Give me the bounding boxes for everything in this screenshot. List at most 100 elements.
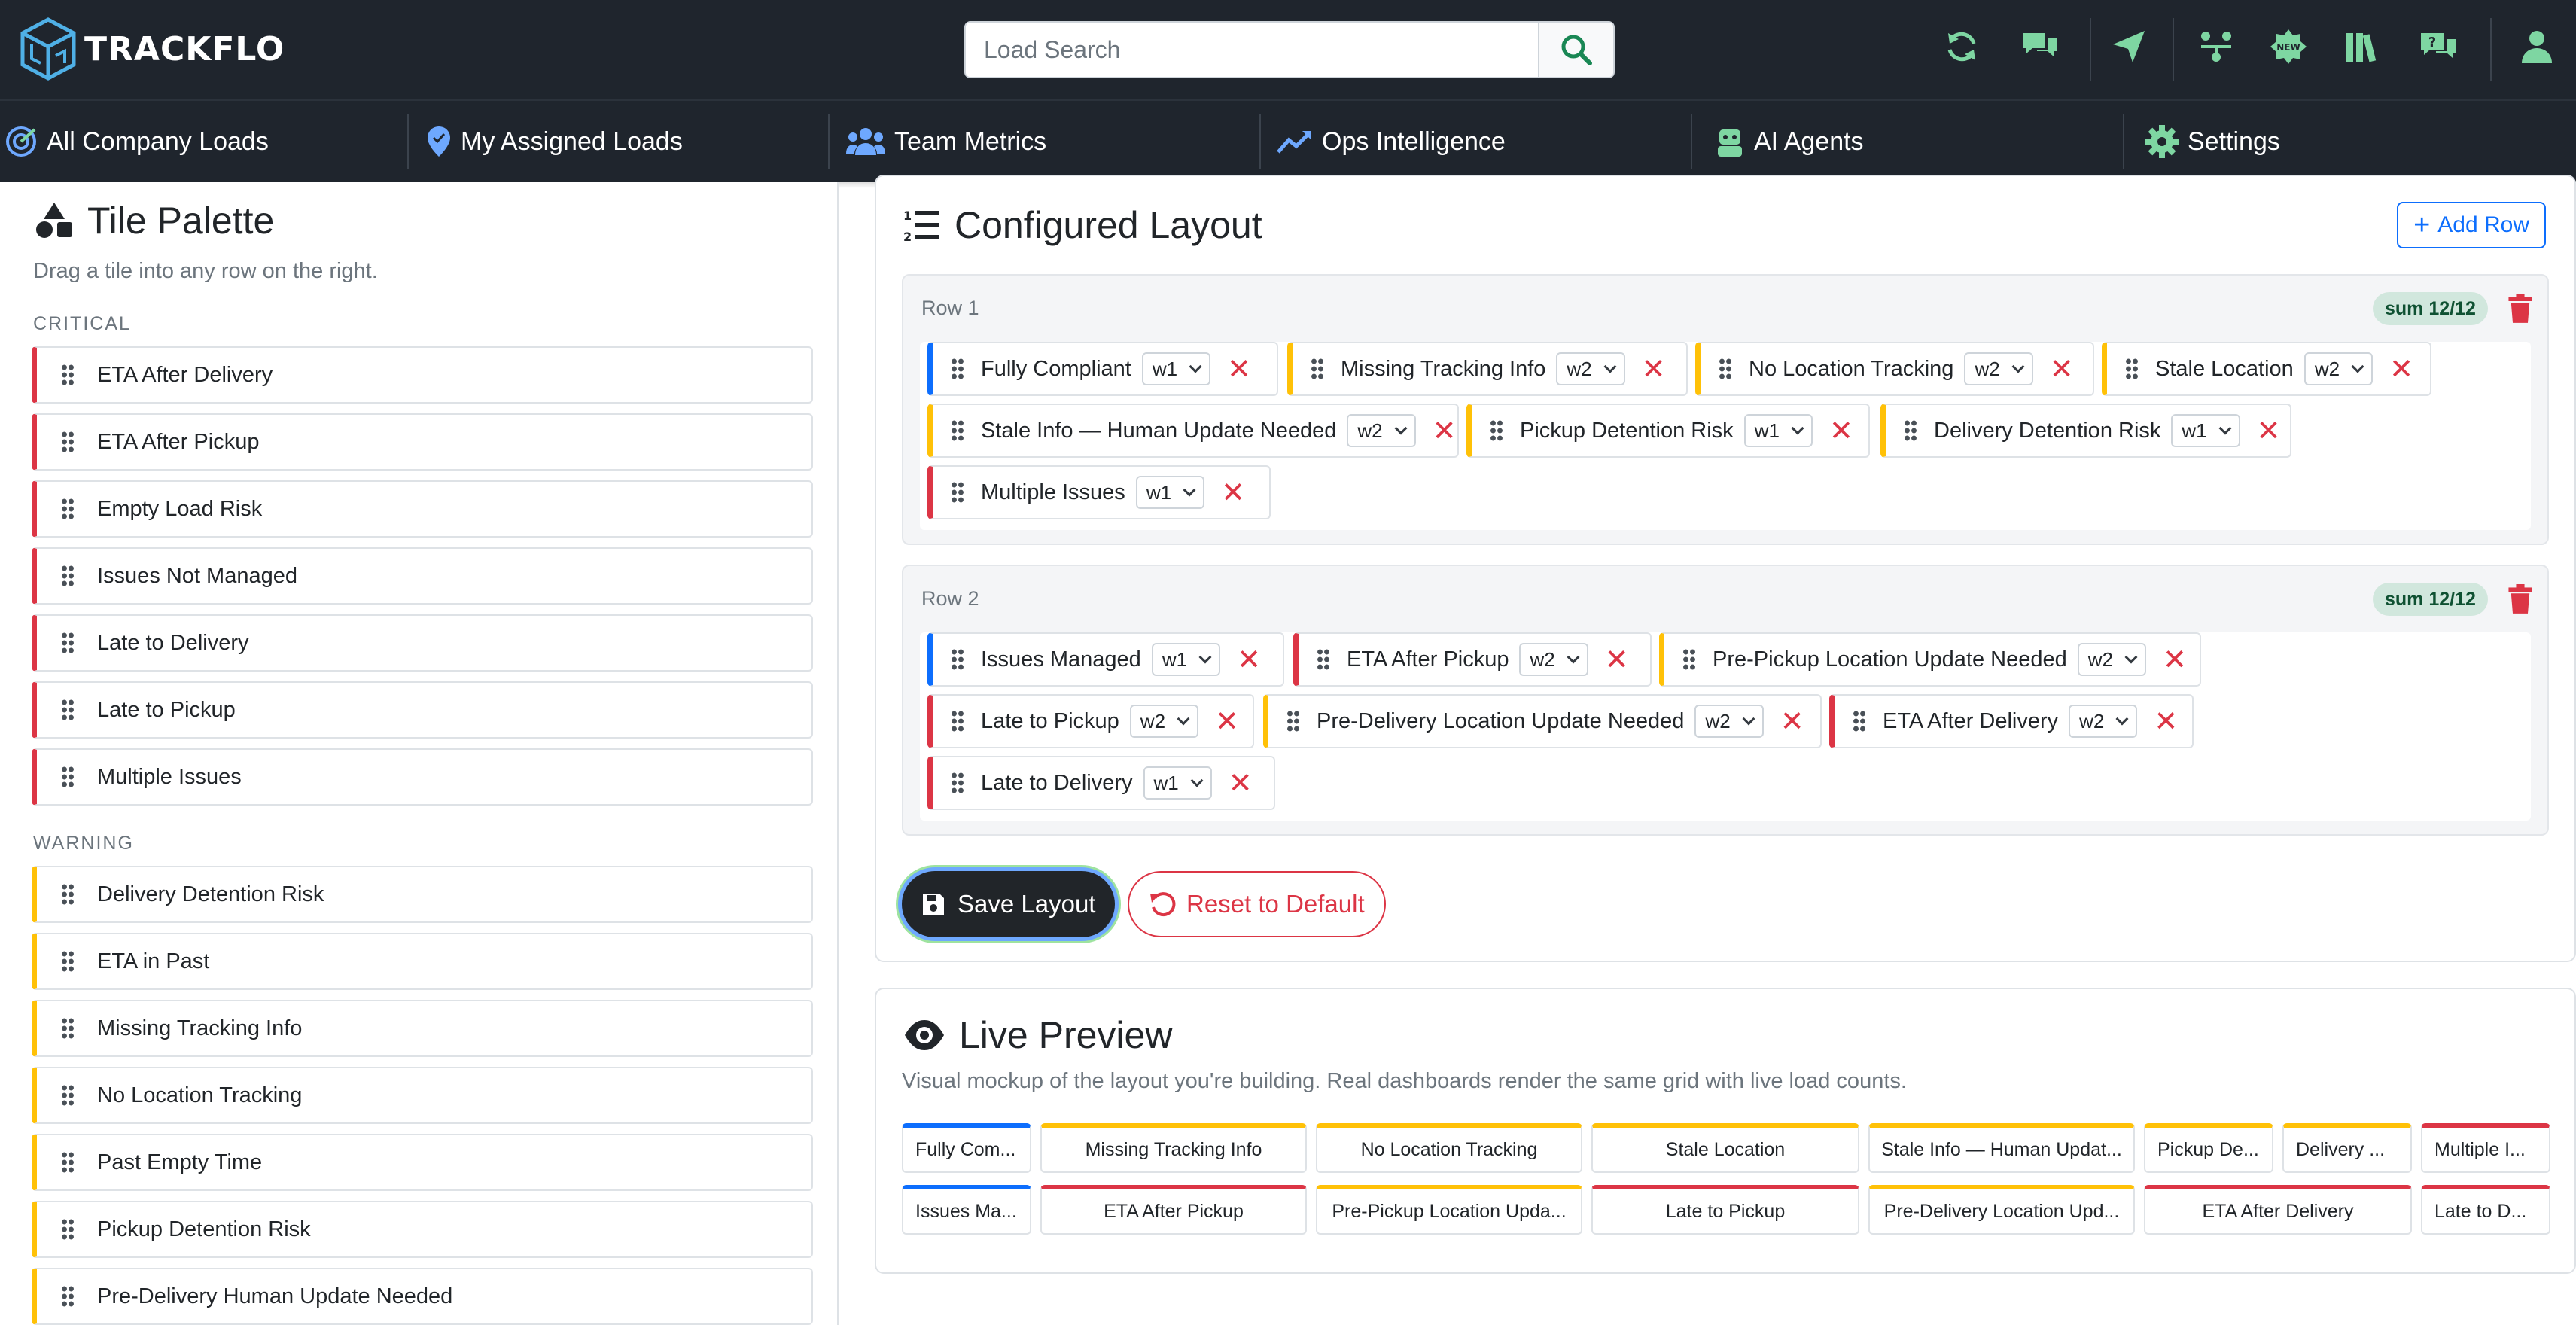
drag-handle-icon[interactable] — [61, 1285, 75, 1308]
palette-tile[interactable]: Issues Not Managed — [32, 547, 813, 605]
drag-handle-icon[interactable] — [1719, 358, 1732, 380]
palette-tile[interactable]: No Location Tracking — [32, 1067, 813, 1124]
nav-settings[interactable]: Settings — [2145, 101, 2280, 182]
layout-tile[interactable]: Delivery Detention Risk w1 ✕ — [1880, 404, 2291, 458]
drag-handle-icon[interactable] — [61, 699, 75, 721]
width-select[interactable]: w2 — [1556, 352, 1625, 385]
new-badge-icon[interactable]: NEW — [2264, 23, 2313, 71]
brand[interactable]: TRACKFLO — [20, 17, 285, 81]
remove-tile-icon[interactable]: ✕ — [1221, 478, 1245, 507]
width-select[interactable]: w2 — [2077, 643, 2146, 676]
remove-tile-icon[interactable]: ✕ — [2389, 355, 2413, 383]
width-select[interactable]: w1 — [1135, 476, 1205, 509]
drag-handle-icon[interactable] — [1682, 648, 1696, 671]
width-select[interactable]: w1 — [1141, 352, 1211, 385]
layout-tile[interactable]: ETA After Pickup w2 ✕ — [1293, 632, 1652, 687]
remove-tile-icon[interactable]: ✕ — [1229, 769, 1253, 797]
palette-tile[interactable]: Empty Load Risk — [32, 480, 813, 538]
remove-tile-icon[interactable]: ✕ — [1433, 416, 1457, 445]
remove-tile-icon[interactable]: ✕ — [1642, 355, 1666, 383]
remove-tile-icon[interactable]: ✕ — [1215, 707, 1239, 736]
drag-handle-icon[interactable] — [61, 498, 75, 520]
drag-handle-icon[interactable] — [1904, 419, 1917, 442]
layout-tile[interactable]: ETA After Delivery w2 ✕ — [1829, 694, 2194, 748]
remove-tile-icon[interactable]: ✕ — [1227, 355, 1251, 383]
remove-tile-icon[interactable]: ✕ — [1605, 645, 1629, 674]
width-select[interactable]: w2 — [2069, 705, 2138, 738]
width-select[interactable]: w1 — [2171, 414, 2240, 447]
remove-tile-icon[interactable]: ✕ — [2154, 707, 2178, 736]
width-select[interactable]: w1 — [1151, 643, 1221, 676]
width-select[interactable]: w2 — [1694, 705, 1764, 738]
drag-handle-icon[interactable] — [61, 950, 75, 973]
search-button[interactable] — [1538, 23, 1613, 77]
drag-handle-icon[interactable] — [951, 481, 964, 504]
nav-team-metrics[interactable]: Team Metrics — [846, 101, 1046, 182]
drag-handle-icon[interactable] — [951, 772, 964, 794]
save-layout-button[interactable]: Save Layout — [902, 871, 1116, 937]
reset-default-button[interactable]: Reset to Default — [1128, 871, 1386, 937]
drag-handle-icon[interactable] — [61, 1218, 75, 1241]
drag-handle-icon[interactable] — [1286, 710, 1300, 733]
layout-tile[interactable]: Pickup Detention Risk w1 ✕ — [1466, 404, 1870, 458]
remove-tile-icon[interactable]: ✕ — [1780, 707, 1804, 736]
refresh-icon[interactable] — [1938, 23, 1986, 71]
drag-handle-icon[interactable] — [61, 431, 75, 453]
palette-tile[interactable]: Pickup Detention Risk — [32, 1201, 813, 1258]
search-input[interactable] — [966, 23, 1538, 77]
palette-tile[interactable]: Pre-Delivery Human Update Needed — [32, 1268, 813, 1325]
drag-handle-icon[interactable] — [1853, 710, 1866, 733]
palette-tile[interactable]: Missing Tracking Info — [32, 1000, 813, 1057]
layout-tile[interactable]: No Location Tracking w2 ✕ — [1695, 342, 2094, 396]
drag-handle-icon[interactable] — [61, 883, 75, 906]
library-icon[interactable] — [2338, 23, 2386, 71]
layout-tile[interactable]: Issues Managed w1 ✕ — [927, 632, 1284, 687]
nav-my-assigned-loads[interactable]: My Assigned Loads — [426, 101, 683, 182]
width-select[interactable]: w2 — [1347, 414, 1416, 447]
layout-tile[interactable]: Pre-Pickup Location Update Needed w2 ✕ — [1659, 632, 2201, 687]
drag-handle-icon[interactable] — [61, 1151, 75, 1174]
remove-tile-icon[interactable]: ✕ — [2163, 645, 2187, 674]
trash-icon[interactable] — [2507, 584, 2534, 614]
layout-tile[interactable]: Fully Compliant w1 ✕ — [927, 342, 1278, 396]
drag-handle-icon[interactable] — [1311, 358, 1324, 380]
palette-tile[interactable]: ETA After Delivery — [32, 346, 813, 404]
drag-handle-icon[interactable] — [951, 648, 964, 671]
width-select[interactable]: w2 — [1964, 352, 2033, 385]
nav-ai-agents[interactable]: AI Agents — [1715, 101, 1864, 182]
drag-handle-icon[interactable] — [61, 632, 75, 654]
width-select[interactable]: w1 — [1743, 414, 1813, 447]
network-icon[interactable] — [2192, 23, 2240, 71]
drag-handle-icon[interactable] — [61, 565, 75, 587]
layout-tile[interactable]: Late to Pickup w2 ✕ — [927, 694, 1254, 748]
row-dropzone[interactable]: Fully Compliant w1 ✕ Missing Tracking Info… — [920, 342, 2531, 530]
layout-tile[interactable]: Late to Delivery w1 ✕ — [927, 756, 1275, 810]
chat-icon[interactable] — [2016, 23, 2064, 71]
palette-tile[interactable]: Late to Pickup — [32, 681, 813, 739]
palette-tile[interactable]: Past Empty Time — [32, 1134, 813, 1191]
layout-tile[interactable]: Pre-Delivery Location Update Needed w2 ✕ — [1263, 694, 1822, 748]
add-row-button[interactable]: + Add Row — [2397, 202, 2546, 248]
trash-icon[interactable] — [2507, 294, 2534, 324]
remove-tile-icon[interactable]: ✕ — [2050, 355, 2074, 383]
width-select[interactable]: w2 — [2303, 352, 2374, 385]
drag-handle-icon[interactable] — [61, 1084, 75, 1107]
palette-tile[interactable]: Multiple Issues — [32, 748, 813, 806]
width-select[interactable]: w2 — [1519, 643, 1588, 676]
drag-handle-icon[interactable] — [951, 710, 964, 733]
remove-tile-icon[interactable]: ✕ — [2257, 416, 2281, 445]
drag-handle-icon[interactable] — [951, 358, 964, 380]
drag-handle-icon[interactable] — [2125, 358, 2139, 380]
layout-tile[interactable]: Stale Info — Human Update Needed w2 ✕ — [927, 404, 1459, 458]
palette-tile[interactable]: Delivery Detention Risk — [32, 866, 813, 923]
drag-handle-icon[interactable] — [61, 1017, 75, 1040]
layout-tile[interactable]: Missing Tracking Info w2 ✕ — [1287, 342, 1688, 396]
remove-tile-icon[interactable]: ✕ — [1237, 645, 1261, 674]
layout-tile[interactable]: Stale Location w2 ✕ — [2102, 342, 2431, 396]
palette-tile[interactable]: ETA After Pickup — [32, 413, 813, 471]
width-select[interactable]: w1 — [1143, 766, 1212, 800]
user-icon[interactable] — [2513, 23, 2561, 71]
drag-handle-icon[interactable] — [1490, 419, 1503, 442]
remove-tile-icon[interactable]: ✕ — [1829, 416, 1853, 445]
row-dropzone[interactable]: Issues Managed w1 ✕ ETA After Pickup w2 ✕ Pr… — [920, 632, 2531, 821]
